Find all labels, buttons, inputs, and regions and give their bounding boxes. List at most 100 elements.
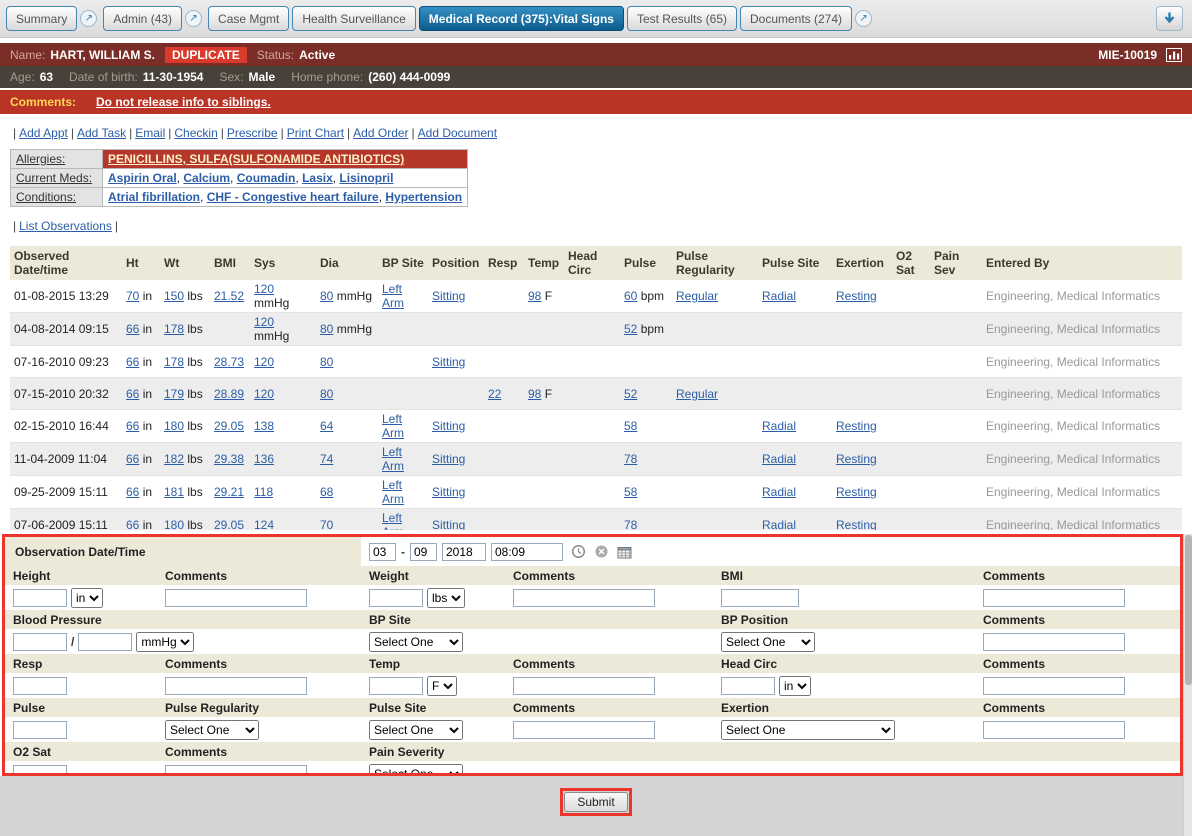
tab-popout-icon[interactable]: ↗ bbox=[185, 10, 202, 27]
add-appt-link[interactable]: Add Appt bbox=[19, 126, 68, 140]
height-unit-select[interactable]: in bbox=[71, 588, 103, 608]
observation-value-link[interactable]: Left Arm bbox=[382, 511, 404, 530]
observation-value-link[interactable]: 66 bbox=[126, 452, 139, 466]
observation-value-link[interactable]: 78 bbox=[624, 518, 637, 530]
observation-value-link[interactable]: 70 bbox=[320, 518, 333, 530]
observation-value-link[interactable]: 22 bbox=[488, 387, 501, 401]
tab-test-results-65[interactable]: Test Results (65) bbox=[627, 6, 737, 31]
observation-value-link[interactable]: Resting bbox=[836, 289, 877, 303]
observation-value-link[interactable]: 178 bbox=[164, 322, 184, 336]
observation-value-link[interactable]: Radial bbox=[762, 419, 796, 433]
clear-datetime-icon[interactable] bbox=[594, 544, 609, 559]
observation-value-link[interactable]: 120 bbox=[254, 387, 274, 401]
tab-admin-43[interactable]: Admin (43) bbox=[103, 6, 182, 31]
patient-name[interactable]: HART, WILLIAM S. bbox=[50, 48, 155, 62]
tab-popout-icon[interactable]: ↗ bbox=[80, 10, 97, 27]
observation-value-link[interactable]: 52 bbox=[624, 322, 637, 336]
hypertension-link[interactable]: Hypertension bbox=[385, 190, 462, 204]
observation-value-link[interactable]: Radial bbox=[762, 518, 796, 530]
vertical-scrollbar[interactable] bbox=[1183, 534, 1192, 836]
observation-value-link[interactable]: 78 bbox=[624, 452, 637, 466]
observation-value-link[interactable]: Sitting bbox=[432, 419, 465, 433]
observation-value-link[interactable]: 120 bbox=[254, 355, 274, 369]
bp-systolic-input[interactable] bbox=[13, 633, 67, 651]
observation-value-link[interactable]: 98 bbox=[528, 387, 541, 401]
observation-value-link[interactable]: 29.05 bbox=[214, 518, 244, 530]
email-link[interactable]: Email bbox=[135, 126, 165, 140]
observation-value-link[interactable]: 58 bbox=[624, 419, 637, 433]
observation-value-link[interactable]: 150 bbox=[164, 289, 184, 303]
observation-value-link[interactable]: 28.73 bbox=[214, 355, 244, 369]
o2-sat-comments-input[interactable] bbox=[165, 765, 307, 777]
bp-diastolic-input[interactable] bbox=[78, 633, 132, 651]
clock-icon[interactable] bbox=[571, 544, 586, 559]
observation-value-link[interactable]: 66 bbox=[126, 355, 139, 369]
list-observations-link[interactable]: List Observations bbox=[19, 219, 112, 233]
observation-value-link[interactable]: 178 bbox=[164, 355, 184, 369]
observation-value-link[interactable]: 68 bbox=[320, 485, 333, 499]
observation-value-link[interactable]: Resting bbox=[836, 419, 877, 433]
observation-value-link[interactable]: 180 bbox=[164, 518, 184, 530]
flowsheet-chart-icon[interactable] bbox=[1166, 48, 1182, 62]
observation-value-link[interactable]: Radial bbox=[762, 485, 796, 499]
observation-value-link[interactable]: 66 bbox=[126, 518, 139, 530]
resp-comments-input[interactable] bbox=[165, 677, 307, 695]
calendar-icon[interactable] bbox=[617, 545, 632, 559]
observation-value-link[interactable]: 80 bbox=[320, 387, 333, 401]
pulse-value-input[interactable] bbox=[13, 721, 67, 739]
time-input[interactable] bbox=[491, 543, 563, 561]
observation-value-link[interactable]: 182 bbox=[164, 452, 184, 466]
allergies-label-link[interactable]: Allergies: bbox=[16, 152, 65, 166]
observation-value-link[interactable]: 66 bbox=[126, 485, 139, 499]
observation-value-link[interactable]: Left Arm bbox=[382, 445, 404, 473]
observation-value-link[interactable]: 80 bbox=[320, 289, 333, 303]
pulse-comments-input[interactable] bbox=[513, 721, 655, 739]
observation-value-link[interactable]: Sitting bbox=[432, 485, 465, 499]
observation-value-link[interactable]: 66 bbox=[126, 322, 139, 336]
pulse-regularity-select[interactable]: Select One bbox=[165, 720, 259, 740]
pulse-site-select[interactable]: Select One bbox=[369, 720, 463, 740]
exertion-comments-input[interactable] bbox=[983, 721, 1125, 739]
print-chart-link[interactable]: Print Chart bbox=[287, 126, 344, 140]
add-document-link[interactable]: Add Document bbox=[418, 126, 497, 140]
observation-value-link[interactable]: 120 bbox=[254, 315, 274, 329]
observation-value-link[interactable]: 98 bbox=[528, 289, 541, 303]
lisinopril-link[interactable]: Lisinopril bbox=[339, 171, 393, 185]
observation-value-link[interactable]: 60 bbox=[624, 289, 637, 303]
observation-value-link[interactable]: 120 bbox=[254, 282, 274, 296]
observation-value-link[interactable]: 52 bbox=[624, 387, 637, 401]
head-circ-unit-select[interactable]: in bbox=[779, 676, 811, 696]
tab-health-surveillance[interactable]: Health Surveillance bbox=[292, 6, 415, 31]
scrollbar-thumb[interactable] bbox=[1185, 535, 1192, 685]
checkin-link[interactable]: Checkin bbox=[174, 126, 217, 140]
prescribe-link[interactable]: Prescribe bbox=[227, 126, 278, 140]
allergies-value-link[interactable]: PENICILLINS, SULFA(SULFONAMIDE ANTIBIOTI… bbox=[108, 152, 404, 166]
bmi-comments-input[interactable] bbox=[983, 589, 1125, 607]
temp-unit-select[interactable]: F bbox=[427, 676, 457, 696]
observation-value-link[interactable]: 21.52 bbox=[214, 289, 244, 303]
add-task-link[interactable]: Add Task bbox=[77, 126, 126, 140]
observation-value-link[interactable]: 28.89 bbox=[214, 387, 244, 401]
date-year-input[interactable] bbox=[442, 543, 486, 561]
observation-value-link[interactable]: 66 bbox=[126, 419, 139, 433]
chart-id[interactable]: MIE-10019 bbox=[1098, 48, 1157, 62]
observation-value-link[interactable]: Regular bbox=[676, 387, 718, 401]
observation-value-link[interactable]: Radial bbox=[762, 452, 796, 466]
observation-value-link[interactable]: 29.21 bbox=[214, 485, 244, 499]
date-month-input[interactable] bbox=[369, 543, 396, 561]
observation-value-link[interactable]: Sitting bbox=[432, 518, 465, 530]
height-value-input[interactable] bbox=[13, 589, 67, 607]
coumadin-link[interactable]: Coumadin bbox=[237, 171, 296, 185]
observation-value-link[interactable]: 29.05 bbox=[214, 419, 244, 433]
observation-value-link[interactable]: 181 bbox=[164, 485, 184, 499]
temp-comments-input[interactable] bbox=[513, 677, 655, 695]
tab-documents-274[interactable]: Documents (274) bbox=[740, 6, 852, 31]
head-circ-comments-input[interactable] bbox=[983, 677, 1125, 695]
observation-value-link[interactable]: 66 bbox=[126, 387, 139, 401]
observation-value-link[interactable]: Sitting bbox=[432, 289, 465, 303]
temp-value-input[interactable] bbox=[369, 677, 423, 695]
exertion-select[interactable]: Select One bbox=[721, 720, 895, 740]
observation-value-link[interactable]: Left Arm bbox=[382, 282, 404, 310]
observation-value-link[interactable]: 29.38 bbox=[214, 452, 244, 466]
observation-value-link[interactable]: 180 bbox=[164, 419, 184, 433]
